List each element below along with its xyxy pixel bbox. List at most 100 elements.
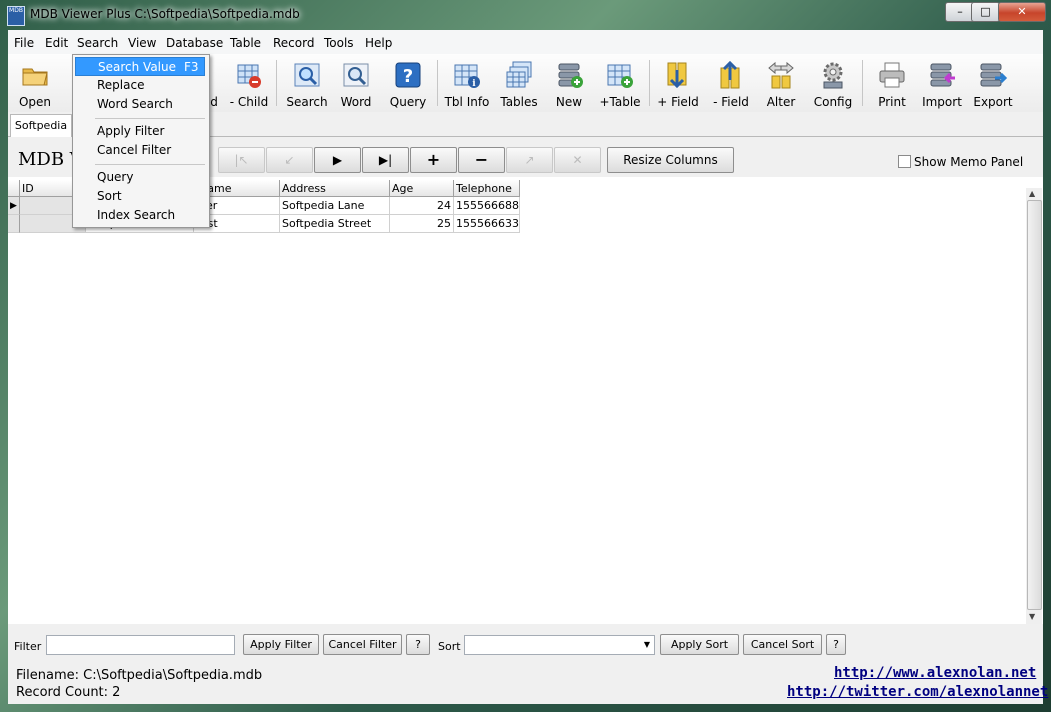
scrollbar-thumb[interactable] (1027, 200, 1042, 610)
word-button[interactable]: Word (334, 58, 378, 110)
checkbox-box[interactable] (898, 155, 911, 168)
menu-help[interactable]: Help (365, 36, 392, 50)
last-record-button[interactable]: ▶| (362, 147, 409, 173)
tables-button[interactable]: Tables (497, 58, 541, 110)
delete-child-button[interactable]: - Child (224, 58, 274, 110)
menu-item-search-value[interactable]: Search Value F3 (75, 57, 205, 76)
search-button[interactable]: Search (283, 58, 331, 110)
open-button[interactable]: Open (10, 58, 60, 110)
twitter-link[interactable]: http://twitter.com/alexnolannet (787, 684, 1048, 700)
word-search-icon (343, 63, 369, 87)
table-child-icon (237, 64, 261, 88)
export-button[interactable]: Export (970, 58, 1016, 110)
cell-telephone[interactable]: 1555666333 (454, 215, 520, 233)
menu-table[interactable]: Table (230, 36, 261, 50)
query-button[interactable]: ? Query (383, 58, 433, 110)
filter-bar: Filter Apply Filter Cancel Filter ? Sort… (8, 628, 1043, 662)
menu-separator (95, 118, 205, 119)
toolbar-separator (649, 60, 650, 106)
title-bar[interactable]: MDB MDB Viewer Plus C:\Softpedia\Softped… (0, 0, 1051, 30)
print-button[interactable]: Print (870, 58, 914, 110)
menu-item-apply-filter[interactable]: Apply Filter (75, 122, 205, 141)
config-button[interactable]: Config (810, 58, 856, 110)
menu-database[interactable]: Database (166, 36, 223, 50)
cancel-filter-button[interactable]: Cancel Filter (323, 634, 402, 655)
record-count-label: Record Count: 2 (16, 685, 121, 700)
table-info-icon: i (454, 64, 480, 89)
menu-record[interactable]: Record (273, 36, 314, 50)
menu-search[interactable]: Search (77, 36, 118, 50)
apply-filter-button[interactable]: Apply Filter (243, 634, 319, 655)
alter-button[interactable]: Alter (760, 58, 802, 110)
sort-combobox[interactable]: ▼ (464, 635, 655, 655)
toolbar-separator (276, 60, 277, 106)
delete-field-button[interactable]: - Field (708, 58, 754, 110)
apply-sort-button[interactable]: Apply Sort (660, 634, 739, 655)
alter-arrows-icon (768, 61, 794, 89)
menu-item-replace[interactable]: Replace (75, 76, 205, 95)
toolbar-separator (862, 60, 863, 106)
menu-bar: File Edit Search View Database Table Rec… (8, 30, 1043, 54)
current-row-indicator: ▶ (8, 197, 20, 215)
menu-tools[interactable]: Tools (324, 36, 354, 50)
gear-icon (823, 62, 843, 89)
column-header-address[interactable]: Address (280, 180, 390, 197)
close-button[interactable]: ✕ (998, 2, 1046, 22)
cell-telephone[interactable]: 1555666888 (454, 197, 520, 215)
resize-columns-button[interactable]: Resize Columns (607, 147, 734, 173)
first-record-button[interactable]: |↖ (218, 147, 265, 173)
filter-label: Filter (14, 640, 42, 653)
scroll-down-icon[interactable]: ▼ (1029, 612, 1035, 621)
menu-item-query[interactable]: Query (75, 168, 205, 187)
folder-icon (22, 68, 48, 86)
column-header-telephone[interactable]: Telephone (454, 180, 520, 197)
maximize-button[interactable]: □ (971, 2, 1000, 22)
row-indicator-header (8, 180, 20, 197)
menu-item-sort[interactable]: Sort (75, 187, 205, 206)
data-grid[interactable]: ID rname Address Age Telephone ▶ ster So… (8, 180, 1043, 624)
vertical-scrollbar[interactable]: ▲ ▼ (1026, 188, 1042, 624)
menu-item-cancel-filter[interactable]: Cancel Filter (75, 141, 205, 160)
import-button[interactable]: Import (918, 58, 966, 110)
cell-address[interactable]: Softpedia Street (280, 215, 390, 233)
add-field-button[interactable]: + Field (654, 58, 702, 110)
tab-softpedia[interactable]: Softpedia (10, 114, 72, 137)
filename-label: Filename: C:\Softpedia\Softpedia.mdb (16, 668, 263, 683)
app-icon[interactable]: MDB (7, 6, 25, 26)
chevron-down-icon[interactable]: ▼ (644, 640, 650, 649)
column-header-age[interactable]: Age (390, 180, 454, 197)
filter-input[interactable] (46, 635, 235, 655)
menu-file[interactable]: File (14, 36, 34, 50)
search-icon (294, 63, 320, 87)
scroll-up-icon[interactable]: ▲ (1029, 189, 1035, 198)
menu-item-word-search[interactable]: Word Search (75, 95, 205, 114)
toolbar-separator (437, 60, 438, 106)
window-title: MDB Viewer Plus C:\Softpedia\Softpedia.m… (30, 7, 300, 21)
delete-record-button[interactable]: − (458, 147, 505, 173)
field-add-icon (667, 62, 687, 89)
insert-record-button[interactable]: + (410, 147, 457, 173)
show-memo-panel-checkbox[interactable]: Show Memo Panel (898, 155, 1023, 169)
menu-edit[interactable]: Edit (45, 36, 68, 50)
status-area: Filename: C:\Softpedia\Softpedia.mdb Rec… (8, 662, 1048, 704)
cancel-edit-button[interactable]: ✕ (554, 147, 601, 173)
cancel-sort-button[interactable]: Cancel Sort (743, 634, 822, 655)
add-table-button[interactable]: +Table (596, 58, 644, 110)
new-button[interactable]: New (548, 58, 590, 110)
filter-help-button[interactable]: ? (406, 634, 430, 655)
help-query-icon: ? (395, 62, 421, 88)
cell-age[interactable]: 25 (390, 215, 454, 233)
tbl-info-button[interactable]: i Tbl Info (442, 58, 492, 110)
cell-address[interactable]: Softpedia Lane (280, 197, 390, 215)
app-window: MDB MDB Viewer Plus C:\Softpedia\Softped… (0, 0, 1051, 712)
prior-record-button[interactable]: ↙ (266, 147, 313, 173)
menu-item-index-search[interactable]: Index Search (75, 206, 205, 225)
website-link[interactable]: http://www.alexnolan.net (834, 665, 1036, 681)
row-indicator (8, 215, 20, 233)
cell-age[interactable]: 24 (390, 197, 454, 215)
edit-record-button[interactable]: ↗ (506, 147, 553, 173)
menu-view[interactable]: View (128, 36, 156, 50)
sort-help-button[interactable]: ? (826, 634, 846, 655)
database-new-icon (558, 63, 583, 88)
next-record-button[interactable]: ▶ (314, 147, 361, 173)
